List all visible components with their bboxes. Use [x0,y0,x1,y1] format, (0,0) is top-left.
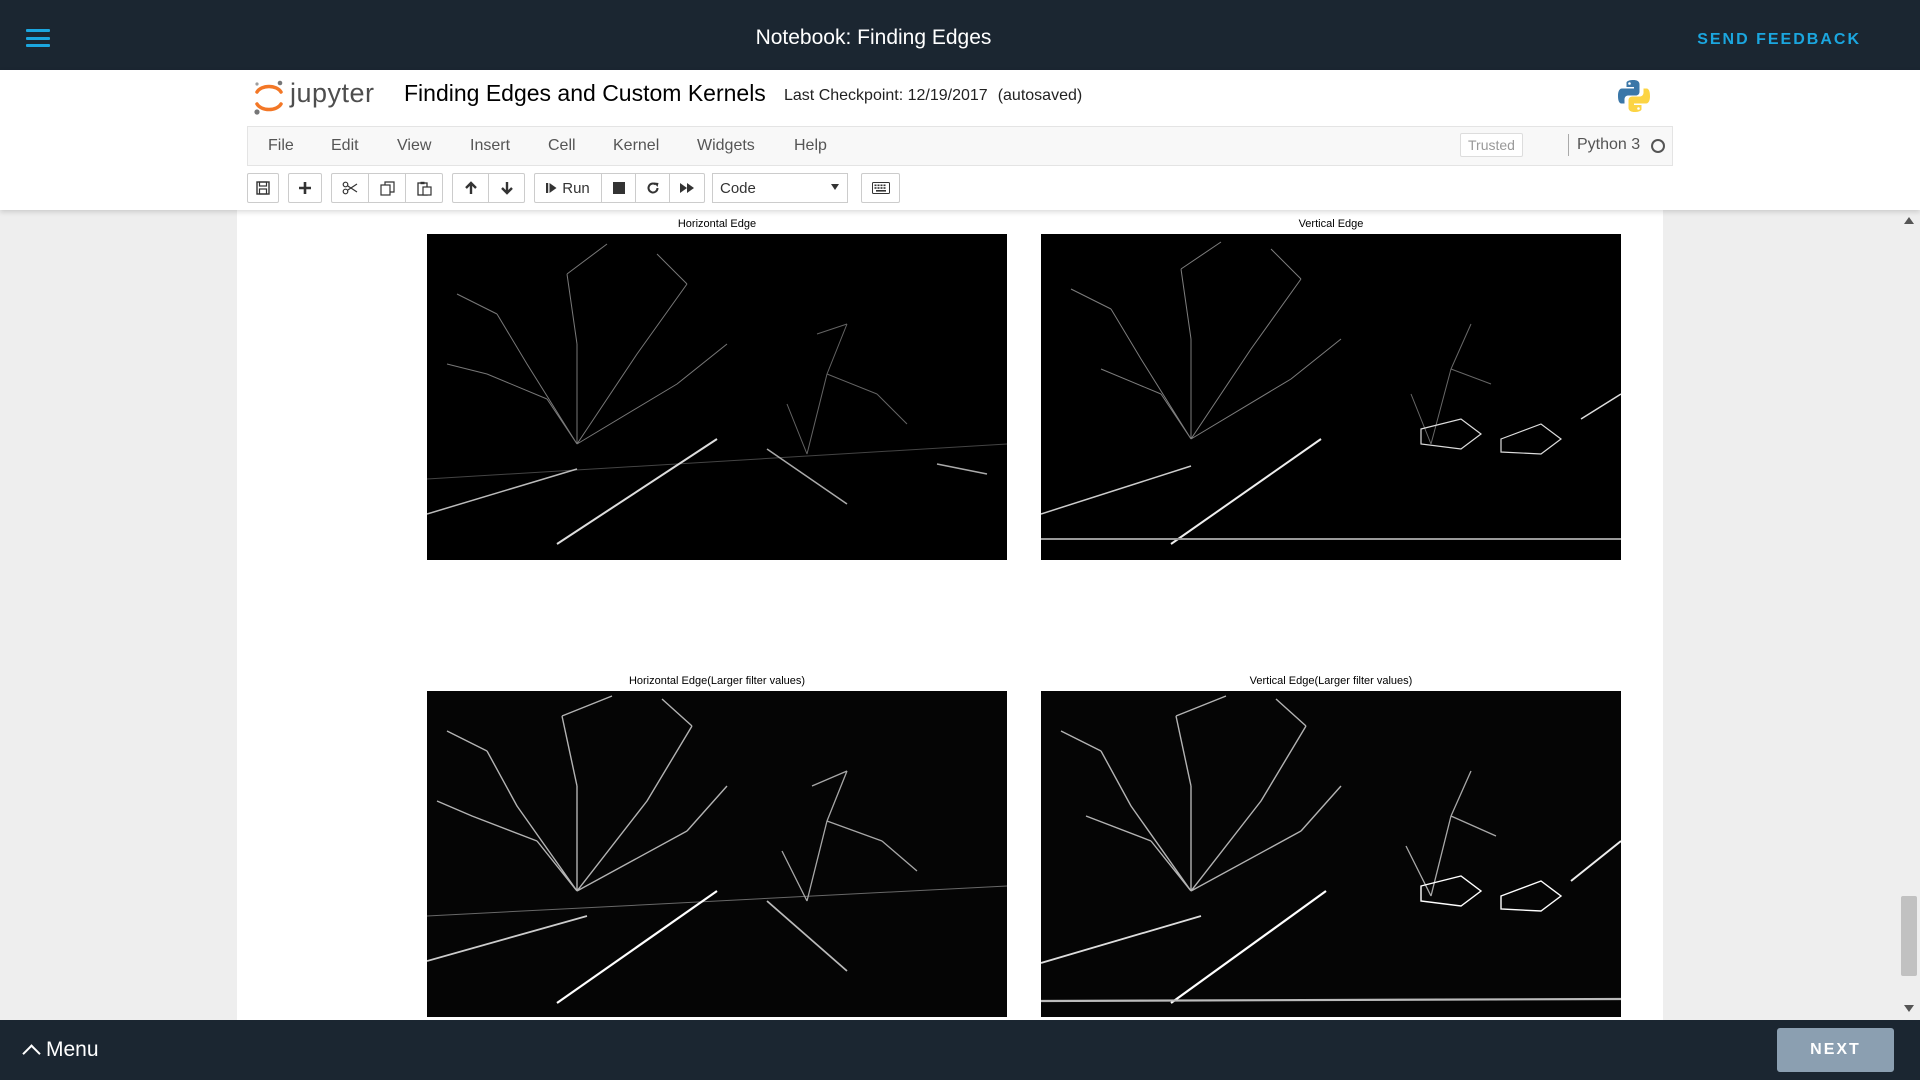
menu-view[interactable]: View [397,137,431,155]
move-up-button[interactable] [452,173,489,203]
next-button[interactable]: NEXT [1777,1028,1894,1072]
python-logo-icon [1618,80,1650,112]
plus-icon [299,182,311,194]
plot-title-horizontal-edge: Horizontal Edge [677,218,757,230]
keyboard-icon [871,182,890,194]
command-palette-button[interactable] [861,173,900,203]
cut-button[interactable] [331,173,369,203]
save-icon [256,181,270,195]
kernel-separator [1568,134,1569,156]
paste-button[interactable] [405,173,443,203]
jupyter-header: jupyter Finding Edges and Custom Kernels… [0,70,1920,210]
checkpoint-text: Last Checkpoint: 12/19/2017 [784,87,988,104]
menu-edit[interactable]: Edit [331,137,359,155]
run-button[interactable]: Run [534,173,602,203]
arrow-down-icon [500,182,513,195]
plot-horizontal-edge-larger [427,691,1007,1017]
notebook-scroll-area[interactable]: Horizontal Edge Vertical Edge Horizontal… [0,210,1920,1020]
jupyter-logo-text: jupyter [290,78,375,108]
menubar: File Edit View Insert Cell Kernel Widget… [247,126,1673,166]
fast-forward-icon [679,183,694,193]
menu-file[interactable]: File [268,137,294,155]
insert-cell-button[interactable] [288,173,322,203]
notebook-name[interactable]: Finding Edges and Custom Kernels [404,80,766,107]
edge-image-vertical-larger [1041,691,1621,1017]
checkpoint-status: Last Checkpoint: 12/19/2017 (autosaved) [784,87,1082,105]
autosave-status: (autosaved) [997,87,1083,104]
menu-toggle-button[interactable]: Menu [22,1038,99,1063]
cut-icon [342,181,358,195]
trusted-badge[interactable]: Trusted [1460,133,1523,157]
menu-toggle-label: Menu [46,1038,99,1061]
menu-kernel[interactable]: Kernel [613,137,659,155]
stop-icon [612,182,625,194]
edge-image-horizontal-larger [427,691,1007,1017]
menu-insert[interactable]: Insert [470,137,510,155]
edge-image-horizontal [427,234,1007,560]
notebook-container: Horizontal Edge Vertical Edge Horizontal… [237,210,1663,1020]
menu-help[interactable]: Help [794,137,827,155]
chevron-down-icon [831,184,839,190]
plot-horizontal-edge [427,234,1007,560]
bottom-bar: Menu NEXT [0,1020,1920,1080]
restart-run-all-button[interactable] [669,173,705,203]
jupyter-logo-icon[interactable] [252,78,286,118]
copy-button[interactable] [368,173,406,203]
scroll-down-arrow-icon[interactable] [1904,1005,1914,1012]
interrupt-kernel-button[interactable] [601,173,636,203]
scrollbar-thumb[interactable] [1901,896,1917,976]
save-button[interactable] [247,173,279,203]
top-bar: Notebook: Finding Edges SEND FEEDBACK [0,0,1920,70]
kernel-idle-indicator-icon [1651,139,1665,153]
plot-title-vertical-edge-larger: Vertical Edge(Larger filter values) [1249,675,1413,687]
restart-kernel-button[interactable] [635,173,670,203]
copy-icon [379,180,395,196]
plot-title-horizontal-edge-larger: Horizontal Edge(Larger filter values) [628,675,806,687]
menu-cell[interactable]: Cell [548,137,576,155]
chevron-up-icon [22,1044,41,1063]
arrow-up-icon [464,181,477,194]
paste-icon [416,181,432,196]
send-feedback-button[interactable]: SEND FEEDBACK [1697,31,1861,49]
plot-vertical-edge-larger [1041,691,1621,1017]
cell-type-select[interactable]: Code [712,173,848,203]
kernel-name[interactable]: Python 3 [1577,136,1640,154]
page-title: Notebook: Finding Edges [755,26,992,49]
restart-icon [647,182,659,194]
plot-vertical-edge [1041,234,1621,560]
step-forward-icon [546,183,557,193]
move-down-button[interactable] [488,173,525,203]
plot-title-vertical-edge: Vertical Edge [1298,218,1364,230]
scroll-up-arrow-icon[interactable] [1904,217,1914,224]
cell-type-value: Code [720,180,756,197]
edge-image-vertical [1041,234,1621,560]
menu-widgets[interactable]: Widgets [697,137,755,155]
run-label: Run [562,179,590,197]
